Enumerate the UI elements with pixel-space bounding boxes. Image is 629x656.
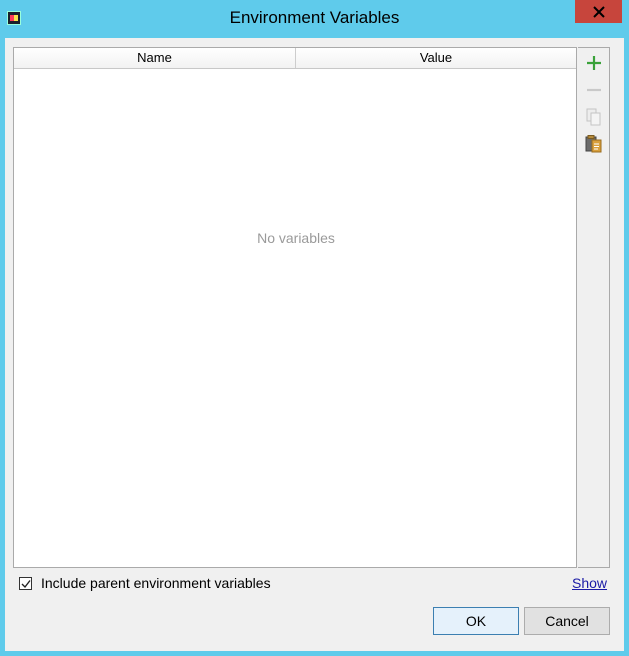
close-icon bbox=[592, 5, 605, 18]
cancel-button[interactable]: Cancel bbox=[524, 607, 610, 635]
show-link[interactable]: Show bbox=[572, 575, 607, 591]
include-parent-label[interactable]: Include parent environment variables bbox=[41, 575, 271, 591]
title-bar[interactable]: Environment Variables bbox=[0, 0, 629, 38]
paste-variable-button[interactable] bbox=[584, 134, 604, 154]
table-header: Name Value bbox=[14, 48, 576, 69]
plus-icon bbox=[587, 56, 601, 70]
column-header-value[interactable]: Value bbox=[296, 48, 576, 68]
empty-table-message: No variables bbox=[257, 230, 335, 246]
remove-variable-button[interactable] bbox=[584, 80, 604, 100]
dialog-title: Environment Variables bbox=[229, 8, 400, 27]
column-header-name[interactable]: Name bbox=[14, 48, 296, 68]
include-parent-checkbox[interactable] bbox=[19, 576, 32, 590]
minus-icon bbox=[587, 88, 601, 92]
variables-table[interactable]: Name Value No variables bbox=[13, 47, 577, 568]
ok-button[interactable]: OK bbox=[433, 607, 519, 635]
copy-icon bbox=[586, 108, 601, 126]
add-variable-button[interactable] bbox=[584, 53, 604, 73]
copy-variable-button[interactable] bbox=[584, 107, 604, 127]
dialog-content: Name Value No variables Include parent e… bbox=[5, 38, 624, 651]
paste-icon bbox=[585, 135, 602, 153]
checkmark-icon bbox=[21, 579, 31, 588]
table-toolbar bbox=[578, 47, 610, 568]
close-button[interactable] bbox=[575, 0, 622, 23]
include-parent-row: Include parent environment variables bbox=[19, 573, 271, 593]
environment-variables-dialog: Environment Variables Name Value No vari… bbox=[0, 0, 629, 656]
